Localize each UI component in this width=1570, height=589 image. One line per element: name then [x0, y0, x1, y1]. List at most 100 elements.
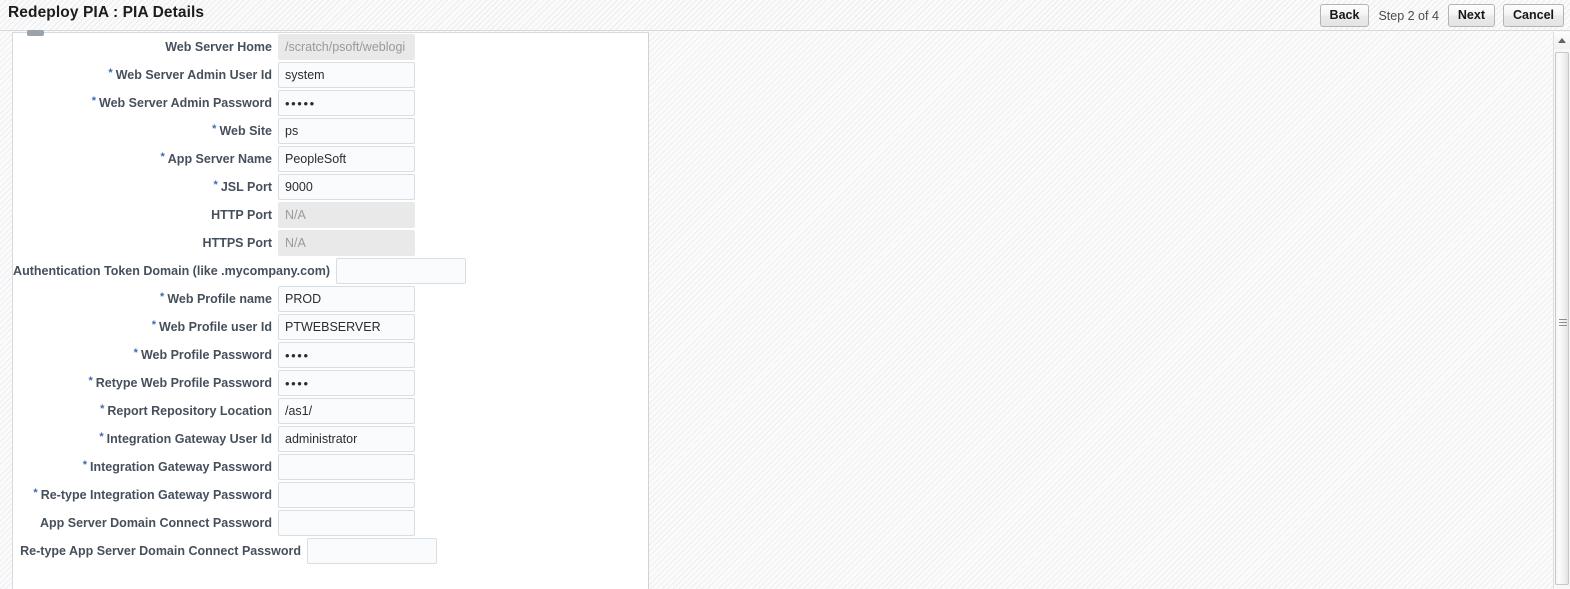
field-input[interactable]	[278, 118, 415, 144]
field-input[interactable]	[278, 510, 415, 536]
scrollbar-thumb[interactable]	[1555, 52, 1569, 585]
required-asterisk-icon: *	[108, 66, 113, 79]
field-label: * Report Repository Location	[13, 403, 278, 420]
field-label-text: Web Server Home	[165, 40, 272, 54]
field-input[interactable]	[278, 146, 415, 172]
form-row: * Integration Gateway User Id	[13, 425, 650, 453]
required-asterisk-icon: *	[91, 94, 97, 107]
triangle-up-icon	[1558, 38, 1566, 43]
field-input	[278, 34, 415, 60]
field-label-text: Authentication Token Domain (like .mycom…	[13, 264, 330, 278]
field-label-text: Re-type Integration Gateway Password	[40, 487, 272, 502]
field-label: Authentication Token Domain (like .mycom…	[13, 263, 336, 279]
field-label: Web Server Home	[13, 39, 278, 55]
field-input[interactable]	[336, 258, 466, 284]
form-row: Web Server Home	[13, 33, 650, 61]
required-asterisk-icon: *	[99, 430, 104, 443]
form-row: * Re-type Integration Gateway Password	[13, 481, 650, 509]
form-row: * Report Repository Location	[13, 397, 650, 425]
form-row: * Web Profile name	[13, 285, 650, 313]
field-label-text: HTTP Port	[211, 208, 272, 222]
field-input[interactable]	[307, 538, 437, 564]
form-field-list: Web Server Home*Web Server Admin User Id…	[13, 33, 650, 565]
field-input	[278, 230, 415, 256]
field-label-text: Web Site	[219, 123, 272, 138]
field-label-text: Web Server Admin User Id	[115, 67, 272, 82]
form-row: * Web Profile Password	[13, 341, 650, 369]
field-label: HTTPS Port	[13, 235, 278, 251]
field-input[interactable]	[278, 90, 415, 116]
field-input[interactable]	[278, 62, 415, 88]
field-label-text: App Server Domain Connect Password	[39, 516, 272, 530]
field-label: * Web Site	[13, 123, 278, 140]
field-label-text: JSL Port	[220, 179, 272, 194]
required-asterisk-icon: *	[160, 150, 165, 163]
field-input[interactable]	[278, 314, 415, 340]
field-input[interactable]	[278, 426, 415, 452]
cancel-button[interactable]: Cancel	[1503, 4, 1564, 27]
form-row: * Web Server Admin Password	[13, 89, 650, 117]
field-label: * Retype Web Profile Password	[13, 375, 278, 392]
field-label: * Web Profile name	[13, 291, 278, 308]
field-input[interactable]	[278, 454, 415, 480]
required-asterisk-icon: *	[212, 122, 217, 135]
required-asterisk-icon: *	[160, 290, 165, 303]
form-row: Authentication Token Domain (like .mycom…	[13, 257, 650, 285]
vertical-scrollbar[interactable]	[1553, 32, 1570, 589]
field-label-text: Web Server Admin Password	[99, 95, 272, 110]
field-label: * Web Profile Password	[13, 347, 278, 364]
page-title: Redeploy PIA : PIA Details	[8, 4, 205, 21]
form-row: * Retype Web Profile Password	[13, 369, 650, 397]
field-label: * Re-type Integration Gateway Password	[13, 487, 278, 504]
field-label: App Server Domain Connect Password	[13, 515, 278, 531]
field-label: * Web Server Admin User Id	[13, 67, 278, 84]
required-asterisk-icon: *	[133, 346, 138, 359]
form-row: * App Server Name	[13, 145, 650, 173]
field-label-text: Web Profile name	[167, 291, 272, 306]
form-row: * Integration Gateway Password	[13, 453, 650, 481]
field-input[interactable]	[278, 398, 415, 424]
field-label-text: Web Profile Password	[140, 347, 272, 362]
field-label: * Integration Gateway User Id	[13, 431, 278, 448]
field-input[interactable]	[278, 370, 415, 396]
field-label-text: Web Profile user Id	[159, 319, 272, 334]
field-input[interactable]	[278, 174, 415, 200]
field-label-text: Integration Gateway Password	[90, 459, 272, 474]
required-asterisk-icon: *	[213, 178, 218, 191]
app-header: Redeploy PIA : PIA Details Back Step 2 o…	[0, 0, 1570, 31]
field-label-text: Re-type App Server Domain Connect Passwo…	[20, 544, 301, 558]
next-button[interactable]: Next	[1447, 4, 1495, 27]
back-button[interactable]: Back	[1319, 4, 1370, 27]
field-input[interactable]	[278, 342, 415, 368]
field-label: * App Server Name	[13, 151, 278, 168]
field-label-text: App Server Name	[167, 151, 272, 166]
field-label: Re-type App Server Domain Connect Passwo…	[13, 543, 307, 559]
field-input[interactable]	[278, 482, 415, 508]
scroll-up-arrow-icon[interactable]	[1554, 32, 1570, 49]
required-asterisk-icon: *	[100, 402, 105, 415]
form-row: * Web Profile user Id	[13, 313, 650, 341]
pia-details-form-panel: Web Server Home*Web Server Admin User Id…	[12, 30, 650, 589]
required-asterisk-icon: *	[88, 374, 93, 387]
field-label: * JSL Port	[13, 179, 278, 196]
required-asterisk-icon: *	[82, 458, 87, 471]
field-input[interactable]	[278, 286, 415, 312]
form-row: * JSL Port	[13, 173, 650, 201]
required-asterisk-icon: *	[33, 486, 38, 499]
field-label: * Web Server Admin Password	[13, 95, 278, 112]
field-label: * Integration Gateway Password	[13, 459, 278, 476]
form-row: HTTPS Port	[13, 229, 650, 257]
required-asterisk-icon: *	[151, 318, 156, 331]
form-row: HTTP Port	[13, 201, 650, 229]
field-input	[278, 202, 415, 228]
field-label: HTTP Port	[13, 207, 278, 223]
form-row: Re-type App Server Domain Connect Passwo…	[13, 537, 650, 565]
form-row: * Web Site	[13, 117, 650, 145]
form-row: App Server Domain Connect Password	[13, 509, 650, 537]
field-label-text: Report Repository Location	[107, 403, 272, 418]
field-label-text: Integration Gateway User Id	[106, 431, 272, 446]
scrollbar-grip-icon	[1559, 319, 1567, 328]
wizard-navigation: Back Step 2 of 4 Next Cancel	[1319, 4, 1564, 27]
field-label-text: HTTPS Port	[202, 236, 272, 250]
field-label-text: Retype Web Profile Password	[95, 375, 272, 390]
